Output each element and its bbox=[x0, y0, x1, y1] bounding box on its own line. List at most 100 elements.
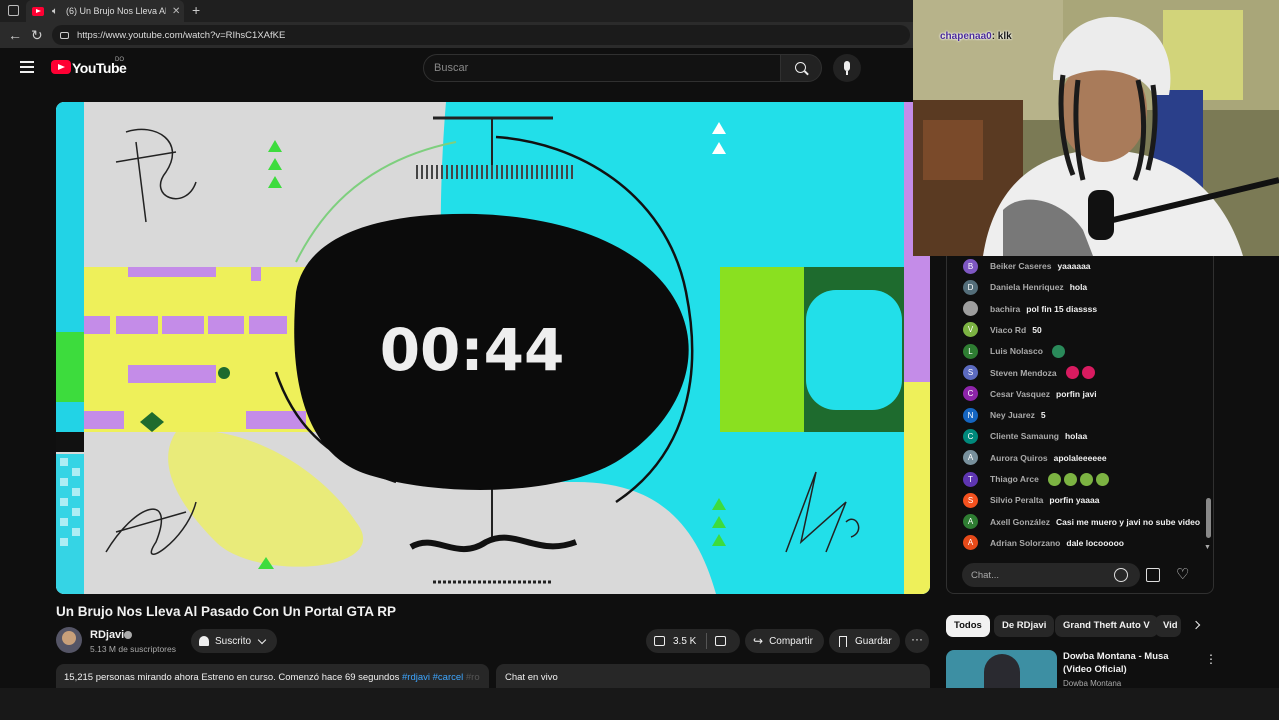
chat-author[interactable]: bachira bbox=[990, 304, 1020, 314]
chat-message[interactable]: L Luis Nolasco bbox=[963, 343, 1065, 359]
chat-author[interactable]: Aurora Quiros bbox=[990, 453, 1048, 463]
search-input[interactable]: Buscar bbox=[423, 54, 781, 82]
more-actions-button[interactable]: ··· bbox=[905, 629, 929, 653]
new-tab-button[interactable]: + bbox=[192, 2, 200, 18]
reload-button[interactable]: ↻ bbox=[31, 27, 43, 44]
chat-avatar[interactable]: S bbox=[963, 492, 978, 508]
back-button[interactable]: ← bbox=[8, 27, 22, 43]
description-box[interactable]: 15,215 personas mirando ahora Estreno en… bbox=[56, 664, 489, 688]
chat-message[interactable]: T Thiago Arce bbox=[963, 471, 1109, 487]
video-player[interactable]: 00:44 bbox=[56, 102, 930, 594]
url-field[interactable]: https://www.youtube.com/watch?v=RIhsC1XA… bbox=[52, 25, 910, 45]
chat-avatar[interactable]: T bbox=[963, 471, 978, 487]
chat-avatar[interactable]: A bbox=[963, 535, 978, 551]
chip-de-rdjavi[interactable]: De RDjavi bbox=[994, 615, 1055, 637]
chat-author[interactable]: Steven Mendoza bbox=[990, 368, 1057, 378]
speaker-icon[interactable]: 🔈︎ bbox=[52, 6, 58, 17]
chat-text: holaa bbox=[1064, 431, 1088, 442]
chat-author[interactable]: Luis Nolasco bbox=[990, 346, 1043, 356]
chat-avatar[interactable] bbox=[963, 301, 978, 317]
emoji-icon[interactable] bbox=[1114, 568, 1128, 582]
chat-avatar[interactable]: L bbox=[963, 343, 978, 359]
chat-text: dale locooooo bbox=[1066, 537, 1124, 548]
chat-emoji-icon bbox=[1051, 344, 1065, 358]
chat-avatar[interactable]: C bbox=[963, 428, 978, 444]
chat-author[interactable]: Silvio Peralta bbox=[990, 495, 1043, 505]
recommended-thumbnail[interactable] bbox=[946, 650, 1057, 690]
share-icon: ↪ bbox=[753, 634, 764, 648]
chat-message[interactable]: D Daniela Henriquez hola bbox=[963, 279, 1087, 295]
recommended-more-icon[interactable]: ⋮ bbox=[1205, 652, 1217, 666]
channel-name[interactable]: RDjavi bbox=[90, 629, 124, 641]
chat-message[interactable]: B Beiker Caseres yaaaaaa bbox=[963, 258, 1091, 274]
close-tab-icon[interactable]: ✕ bbox=[172, 6, 180, 17]
chat-author[interactable]: Thiago Arce bbox=[990, 474, 1039, 484]
webcam-chat-overlay: chapenaa0: klk bbox=[940, 31, 1012, 42]
chat-message[interactable]: N Ney Juarez 5 bbox=[963, 407, 1046, 423]
chat-author[interactable]: Cesar Vasquez bbox=[990, 389, 1050, 399]
chat-scrollbar[interactable] bbox=[1206, 498, 1211, 538]
chat-message[interactable]: C Cliente Samaung holaa bbox=[963, 428, 1087, 444]
share-button[interactable]: ↪ Compartir bbox=[745, 629, 824, 653]
subscribe-button[interactable]: Suscrito bbox=[191, 629, 277, 653]
chat-avatar[interactable]: D bbox=[963, 279, 978, 295]
scroll-down-icon[interactable]: ▼ bbox=[1204, 544, 1211, 551]
browser-tab[interactable]: 🔈︎ (6) Un Brujo Nos Lleva Al Pa ✕ bbox=[26, 0, 184, 22]
search-button[interactable] bbox=[780, 54, 822, 82]
chat-avatar[interactable]: B bbox=[963, 258, 978, 274]
super-chat-icon[interactable] bbox=[1146, 568, 1160, 582]
chat-author[interactable]: Cliente Samaung bbox=[990, 431, 1059, 441]
chip-videos[interactable]: Vid bbox=[1155, 615, 1181, 637]
like-count[interactable]: 3.5 K bbox=[673, 636, 696, 647]
description-tags[interactable]: #rdjavi #carcel bbox=[402, 672, 463, 683]
chat-avatar[interactable]: A bbox=[963, 450, 978, 466]
chat-message[interactable]: bachira pol fin 15 diassss bbox=[963, 301, 1097, 317]
chat-text: hola bbox=[1069, 282, 1088, 293]
like-icon[interactable] bbox=[654, 636, 665, 646]
chat-author[interactable]: Adrian Solorzano bbox=[990, 538, 1060, 548]
chat-message[interactable]: C Cesar Vasquez porfin javi bbox=[963, 386, 1097, 402]
browser-tab-bar: 🔈︎ (6) Un Brujo Nos Lleva Al Pa ✕ + bbox=[0, 0, 913, 22]
url-path: /watch?v=RIhsC1XAfKE bbox=[182, 29, 286, 41]
recommended-channel[interactable]: Dowba Montana bbox=[1063, 679, 1121, 688]
youtube-logo-icon[interactable] bbox=[51, 60, 71, 74]
chat-message[interactable]: S Silvio Peralta porfin yaaaa bbox=[963, 492, 1099, 508]
chat-author[interactable]: Viaco Rd bbox=[990, 325, 1026, 335]
save-button[interactable]: Guardar bbox=[829, 629, 900, 653]
chat-text: yaaaaaa bbox=[1057, 261, 1091, 271]
chat-message[interactable]: A Aurora Quiros apolaleeeeee bbox=[963, 450, 1107, 466]
chat-avatar[interactable]: A bbox=[963, 514, 978, 530]
chat-message[interactable]: V Viaco Rd 50 bbox=[963, 322, 1042, 338]
live-chat-header[interactable]: Chat en vivo bbox=[496, 664, 930, 688]
chat-author[interactable]: Daniela Henriquez bbox=[990, 282, 1064, 292]
chat-author[interactable]: Axell González bbox=[990, 517, 1050, 527]
chat-avatar[interactable]: V bbox=[963, 322, 978, 338]
chip-todos[interactable]: Todos bbox=[946, 615, 990, 637]
chat-text: 50 bbox=[1032, 324, 1042, 335]
chat-author[interactable]: Beiker Caseres bbox=[990, 261, 1051, 271]
chat-message[interactable]: A Adrian Solorzano dale locooooo bbox=[963, 535, 1124, 551]
chat-avatar[interactable]: C bbox=[963, 386, 978, 402]
dislike-icon[interactable] bbox=[715, 636, 727, 646]
address-bar-row: ← ↻ https://www.youtube.com/watch?v=RIhs… bbox=[0, 22, 913, 48]
chip-gta-v[interactable]: Grand Theft Auto V bbox=[1055, 615, 1158, 637]
chat-avatar[interactable]: N bbox=[963, 407, 978, 423]
heart-icon[interactable]: ♡ bbox=[1176, 565, 1189, 583]
voice-search-button[interactable] bbox=[833, 54, 861, 82]
chat-author[interactable]: Ney Juarez bbox=[990, 410, 1035, 420]
chat-text: Casi me muero y javi no sube video bbox=[1056, 516, 1201, 527]
hamburger-menu-icon[interactable] bbox=[20, 61, 34, 73]
chat-avatar[interactable]: S bbox=[963, 365, 978, 380]
description-text: 15,215 personas mirando ahora Estreno en… bbox=[64, 672, 402, 683]
country-code: DO bbox=[115, 57, 124, 63]
youtube-favicon-icon bbox=[32, 6, 44, 16]
chevron-right-icon[interactable] bbox=[1191, 620, 1201, 630]
recommended-title[interactable]: Dowba Montana - Musa (Video Oficial) bbox=[1063, 650, 1198, 676]
chat-emoji-icon bbox=[1063, 472, 1077, 486]
chat-message[interactable]: A Axell González Casi me muero y javi no s… bbox=[963, 514, 1200, 530]
chat-message[interactable]: S Steven Mendoza bbox=[963, 365, 1095, 381]
chevron-down-icon bbox=[257, 635, 267, 644]
channel-avatar[interactable] bbox=[56, 627, 82, 653]
window-menu-icon[interactable] bbox=[8, 5, 19, 16]
search-icon bbox=[795, 62, 806, 73]
